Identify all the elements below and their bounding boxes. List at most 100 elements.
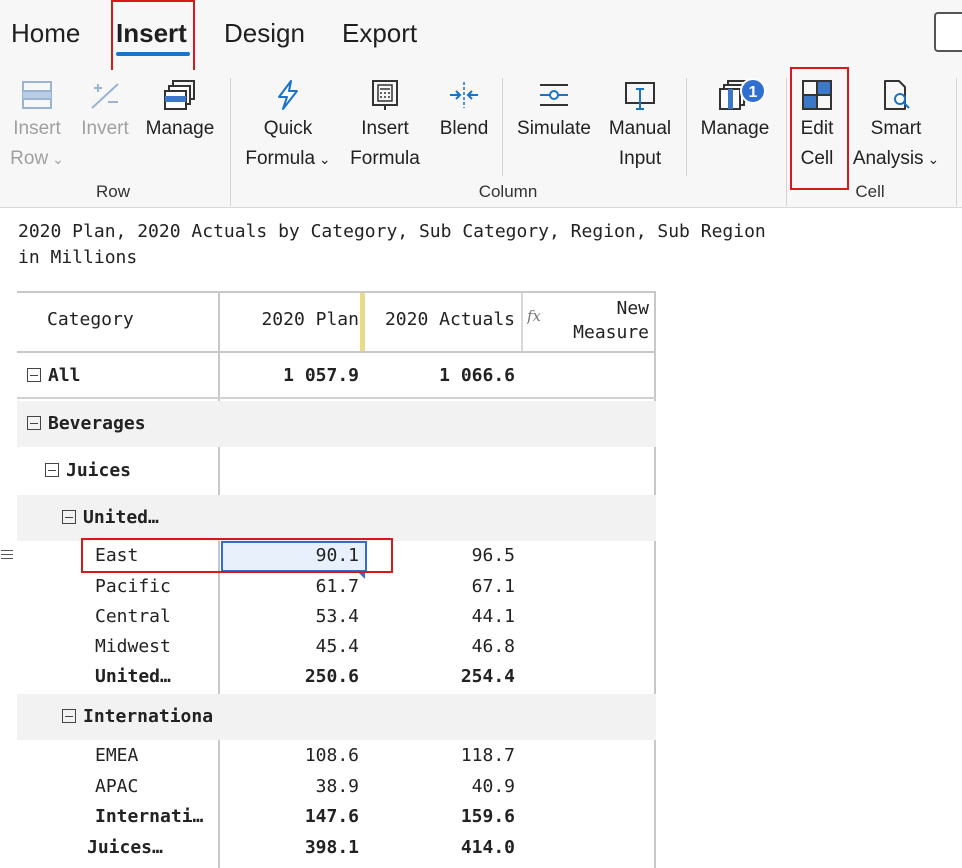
row-label[interactable]: Juices bbox=[45, 460, 131, 481]
ribbon-separator bbox=[686, 78, 687, 176]
insert-formula-label-2: Formula bbox=[350, 148, 420, 169]
row-label[interactable]: All bbox=[27, 365, 81, 386]
cell-plan[interactable]: 53.4 bbox=[227, 606, 359, 627]
smart-analysis-label-2: Analysis bbox=[852, 148, 924, 169]
row-label[interactable]: United… bbox=[62, 507, 159, 528]
row-label[interactable]: Internationa bbox=[62, 706, 218, 727]
ribbon-separator bbox=[502, 78, 503, 176]
collapse-icon[interactable] bbox=[62, 709, 76, 723]
cell-actuals[interactable]: 96.5 bbox=[369, 545, 515, 566]
invert-button[interactable]: Invert bbox=[76, 70, 134, 180]
collapse-icon[interactable] bbox=[62, 510, 76, 524]
tab-export[interactable]: Export bbox=[342, 18, 417, 49]
row-label[interactable]: Central bbox=[95, 606, 171, 627]
cell-actuals[interactable]: 46.8 bbox=[369, 636, 515, 657]
smart-analysis-button[interactable]: Smart Analysis ⌄ bbox=[848, 70, 944, 180]
cell-plan[interactable]: 45.4 bbox=[227, 636, 359, 657]
tab-design[interactable]: Design bbox=[224, 18, 305, 49]
row-label[interactable]: United… bbox=[95, 666, 171, 687]
row-label[interactable]: East bbox=[95, 545, 138, 566]
simulate-label: Simulate bbox=[517, 118, 591, 139]
table-row: Midwest 45.4 46.8 bbox=[17, 632, 656, 662]
header-2020-plan[interactable]: 2020 Plan bbox=[227, 309, 359, 330]
tab-home[interactable]: Home bbox=[11, 18, 80, 49]
table-row: Beverages bbox=[17, 401, 656, 447]
table-row: APAC 38.9 40.9 bbox=[17, 771, 656, 801]
chevron-down-icon: ⌄ bbox=[315, 151, 331, 167]
group-label-column: Column bbox=[478, 182, 538, 201]
cell-plan[interactable]: 147.6 bbox=[227, 806, 359, 827]
row-label[interactable]: EMEA bbox=[95, 745, 138, 766]
collapse-icon[interactable] bbox=[27, 368, 41, 382]
quick-formula-button[interactable]: Quick Formula ⌄ bbox=[238, 70, 338, 180]
panel-toggle-icon[interactable] bbox=[934, 12, 962, 52]
tab-insert[interactable]: Insert bbox=[116, 18, 187, 49]
cell-actuals[interactable]: 1 066.6 bbox=[369, 365, 515, 386]
cell-actuals[interactable]: 40.9 bbox=[369, 776, 515, 797]
table-row: Juices… 398.1 414.0 bbox=[17, 832, 656, 863]
active-tab-indicator bbox=[116, 52, 190, 56]
manage-row-button[interactable]: Manage bbox=[140, 70, 220, 180]
cell-plan[interactable]: 38.9 bbox=[227, 776, 359, 797]
fx-icon: fx bbox=[527, 307, 542, 325]
cell-actuals[interactable]: 159.6 bbox=[369, 806, 515, 827]
cell-actuals[interactable]: 44.1 bbox=[369, 606, 515, 627]
cell-actuals[interactable]: 254.4 bbox=[369, 666, 515, 687]
table-row: EMEA 108.6 118.7 bbox=[17, 740, 656, 771]
ribbon-separator bbox=[786, 78, 787, 206]
insert-formula-button[interactable]: Insert Formula bbox=[344, 70, 426, 180]
header-new-measure-2[interactable]: Measure bbox=[545, 322, 649, 343]
notification-badge: 1 bbox=[740, 78, 766, 104]
row-drag-handle-icon[interactable] bbox=[1, 548, 13, 562]
invert-icon bbox=[91, 83, 119, 109]
row-label[interactable]: Pacific bbox=[95, 576, 171, 597]
table-row: Pacific 61.7 67.1 bbox=[17, 572, 656, 602]
row-label-text: United… bbox=[83, 507, 159, 528]
ribbon-separator bbox=[956, 78, 957, 206]
simulate-button[interactable]: Simulate bbox=[512, 70, 596, 180]
blend-button[interactable]: Blend bbox=[432, 70, 496, 180]
cell-plan[interactable]: 1 057.9 bbox=[227, 365, 359, 386]
insert-formula-label-1: Insert bbox=[361, 118, 409, 139]
chevron-down-icon: ⌄ bbox=[923, 151, 940, 167]
cell-plan[interactable]: 61.7 bbox=[227, 576, 359, 597]
report-title: 2020 Plan, 2020 Actuals by Category, Sub… bbox=[18, 221, 766, 242]
insert-row-button[interactable]: Insert Row ⌄ bbox=[4, 70, 70, 180]
header-category[interactable]: Category bbox=[47, 309, 134, 330]
row-label[interactable]: APAC bbox=[95, 776, 138, 797]
header-new-measure-1[interactable]: New bbox=[545, 298, 649, 319]
group-label-row: Row bbox=[95, 182, 130, 201]
header-2020-actuals[interactable]: 2020 Actuals bbox=[369, 309, 515, 330]
row-label[interactable]: Juices… bbox=[87, 837, 163, 858]
cell-actuals[interactable]: 414.0 bbox=[369, 837, 515, 858]
collapse-icon[interactable] bbox=[27, 416, 41, 430]
manage-column-button[interactable]: 1 Manage bbox=[694, 70, 776, 180]
calculator-icon bbox=[372, 80, 398, 110]
cell-actuals[interactable]: 118.7 bbox=[369, 745, 515, 766]
cell-plan[interactable]: 90.1 bbox=[227, 545, 359, 566]
row-label[interactable]: Midwest bbox=[95, 636, 171, 657]
row-label[interactable]: Internati… bbox=[95, 806, 203, 827]
row-label[interactable]: Beverages bbox=[27, 413, 146, 434]
cell-comment-marker bbox=[358, 572, 365, 579]
row-label-text: Beverages bbox=[48, 413, 146, 434]
cell-plan[interactable]: 398.1 bbox=[227, 837, 359, 858]
smart-analysis-icon bbox=[884, 80, 910, 110]
table-row: All 1 057.9 1 066.6 bbox=[17, 353, 656, 399]
blend-label: Blend bbox=[439, 118, 489, 139]
edit-cell-button[interactable]: Edit Cell bbox=[792, 70, 842, 180]
collapse-icon[interactable] bbox=[45, 463, 59, 477]
edit-cell-icon bbox=[802, 80, 832, 110]
cell-actuals[interactable]: 67.1 bbox=[369, 576, 515, 597]
table-row: Internationa bbox=[17, 694, 656, 740]
cell-plan[interactable]: 108.6 bbox=[227, 745, 359, 766]
column-resize-handle[interactable] bbox=[360, 293, 365, 351]
manage-row-label: Manage bbox=[145, 118, 215, 139]
cell-plan[interactable]: 250.6 bbox=[227, 666, 359, 687]
manage-column-label: Manage bbox=[700, 118, 770, 139]
smart-analysis-label-1: Smart bbox=[870, 118, 922, 139]
manual-input-button[interactable]: Manual Input bbox=[602, 70, 678, 180]
insert-row-label-2: Row bbox=[10, 148, 49, 169]
manage-layers-icon bbox=[164, 80, 195, 110]
table-row: Central 53.4 44.1 bbox=[17, 602, 656, 632]
